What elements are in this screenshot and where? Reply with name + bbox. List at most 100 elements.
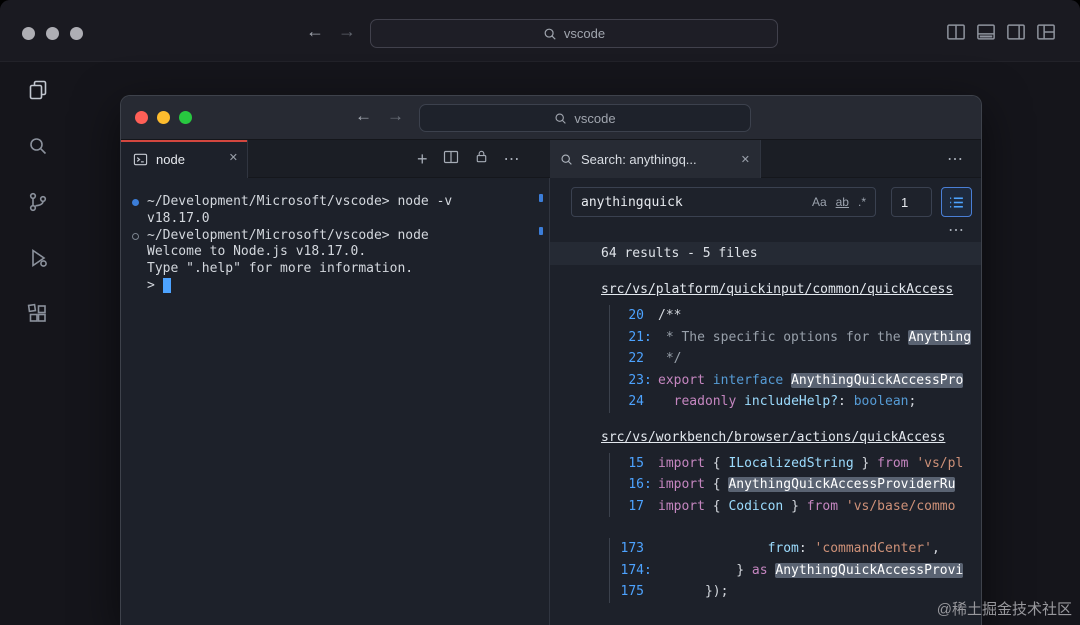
sidebar-item-search[interactable] xyxy=(0,118,75,174)
close-tab-icon[interactable]: ✕ xyxy=(741,153,750,166)
forward-button[interactable]: → xyxy=(338,21,356,42)
activity-bar xyxy=(0,62,75,625)
search-results: src/vs/platform/quickinput/common/quickA… xyxy=(550,265,981,625)
result-line[interactable]: 175 }); xyxy=(610,581,981,603)
files-to-include-input[interactable]: 1 xyxy=(891,187,932,217)
command-center-label: vscode xyxy=(574,111,615,126)
result-line[interactable]: 15import { ILocalizedString } from 'vs/p… xyxy=(610,453,981,475)
code-text: readonly includeHelp?: boolean; xyxy=(658,391,981,413)
line-number: 20 xyxy=(610,305,644,327)
source-control-icon xyxy=(26,190,50,214)
tab-label: node xyxy=(156,152,185,167)
terminal-panel[interactable]: ~/Development/Microsoft/vscode> node -v v… xyxy=(121,178,550,625)
terminal-text: v18.17.0 xyxy=(147,211,210,226)
window-controls xyxy=(135,111,192,124)
toggle-secondary-sidebar-icon[interactable] xyxy=(1006,22,1026,42)
line-number: 173 xyxy=(610,538,644,560)
terminal-line: v18.17.0 xyxy=(121,211,549,228)
toggle-panel-icon[interactable] xyxy=(976,22,996,42)
run-debug-icon xyxy=(26,246,50,270)
minimize-window-button[interactable] xyxy=(46,27,59,40)
terminal-text: > xyxy=(147,278,163,293)
sidebar-item-explorer[interactable] xyxy=(0,62,75,118)
terminal-text: Type ".help" for more information. xyxy=(147,261,413,276)
command-center-search[interactable]: vscode xyxy=(370,19,778,48)
extensions-icon xyxy=(26,302,50,326)
sidebar-item-run-debug[interactable] xyxy=(0,230,75,286)
tab-search-editor[interactable]: Search: anythingq... ✕ xyxy=(550,140,761,178)
line-number-separator xyxy=(644,348,658,370)
terminal-text: ~/Development/Microsoft/vscode> node -v xyxy=(147,194,452,209)
forward-button[interactable]: → xyxy=(387,106,404,126)
sidebar-item-extensions[interactable] xyxy=(0,286,75,342)
search-icon xyxy=(26,134,50,158)
back-button[interactable]: ← xyxy=(306,21,324,42)
line-number: 22 xyxy=(610,348,644,370)
result-file-path[interactable]: src/vs/platform/quickinput/common/quickA… xyxy=(601,282,981,297)
code-text: }); xyxy=(658,581,981,603)
result-line[interactable]: 22 */ xyxy=(610,348,981,370)
line-number: 24 xyxy=(610,391,644,413)
vscode-floating-window: ← → vscode node ✕ + ⋯ Search: an xyxy=(120,95,982,625)
search-editor: anythingquick Aa ab .* 1 ⋯ 64 results - … xyxy=(550,178,981,625)
tab-terminal-node[interactable]: node ✕ xyxy=(121,140,248,178)
search-icon xyxy=(554,112,567,125)
line-number: 17 xyxy=(610,496,644,518)
code-text: export interface AnythingQuickAccessPro xyxy=(658,370,981,392)
close-window-button[interactable] xyxy=(135,111,148,124)
customize-layout-icon[interactable] xyxy=(1036,22,1056,42)
results-summary: 64 results - 5 files xyxy=(550,242,981,265)
zoom-window-button[interactable] xyxy=(70,27,83,40)
new-terminal-icon[interactable]: + xyxy=(417,150,428,168)
code-text: } as AnythingQuickAccessProvi xyxy=(658,560,981,582)
whole-word-icon[interactable]: ab xyxy=(836,195,849,209)
line-number-separator: : xyxy=(644,474,658,496)
command-decoration-icon xyxy=(132,199,139,206)
line-number-separator xyxy=(644,305,658,327)
terminal-cursor xyxy=(163,278,171,293)
result-line[interactable]: 17import { Codicon } from 'vs/base/commo xyxy=(610,496,981,518)
close-window-button[interactable] xyxy=(22,27,35,40)
editor-area: ~/Development/Microsoft/vscode> node -v v… xyxy=(121,178,981,625)
regex-icon[interactable]: .* xyxy=(858,195,866,209)
result-line[interactable]: 174: } as AnythingQuickAccessProvi xyxy=(610,560,981,582)
sidebar-item-source-control[interactable] xyxy=(0,174,75,230)
result-file-group: src/vs/workbench/browser/actions/quickAc… xyxy=(550,430,981,603)
terminal-icon xyxy=(133,152,148,167)
result-line[interactable]: 21: * The specific options for the Anyth… xyxy=(610,327,981,349)
search-icon xyxy=(560,153,573,166)
terminal-text: Welcome to Node.js v18.17.0. xyxy=(147,244,366,259)
more-actions-icon[interactable]: ⋯ xyxy=(504,149,521,169)
command-center-label: vscode xyxy=(564,26,605,41)
result-file-path[interactable]: src/vs/workbench/browser/actions/quickAc… xyxy=(601,430,981,445)
tab-bar: node ✕ + ⋯ Search: anythingq... ✕ ⋯ xyxy=(121,140,981,178)
code-text: * The specific options for the Anything xyxy=(658,327,981,349)
result-line[interactable]: 173 from: 'commandCenter', xyxy=(610,538,981,560)
desktop-window: ← → vscode xyxy=(0,0,1080,625)
result-line[interactable]: 20/** xyxy=(610,305,981,327)
line-number: 175 xyxy=(610,581,644,603)
toggle-search-details-icon[interactable]: ⋯ xyxy=(948,220,965,240)
result-line[interactable]: 24 readonly includeHelp?: boolean; xyxy=(610,391,981,413)
close-tab-icon[interactable]: ✕ xyxy=(229,151,238,164)
code-text: from: 'commandCenter', xyxy=(658,538,981,560)
terminal-output: ~/Development/Microsoft/vscode> node -v v… xyxy=(121,194,549,295)
open-results-in-editor-button[interactable] xyxy=(941,187,972,217)
zoom-window-button[interactable] xyxy=(179,111,192,124)
minimize-window-button[interactable] xyxy=(157,111,170,124)
watermark: @稀土掘金技术社区 xyxy=(937,598,1072,619)
terminal-text: ~/Development/Microsoft/vscode> node xyxy=(147,228,429,243)
split-editor-icon[interactable] xyxy=(946,22,966,42)
lock-icon[interactable] xyxy=(474,149,489,169)
command-center-search[interactable]: vscode xyxy=(419,104,751,132)
search-query-input[interactable]: anythingquick Aa ab .* xyxy=(571,187,876,217)
line-number: 21 xyxy=(610,327,644,349)
result-line[interactable]: 23:export interface AnythingQuickAccessP… xyxy=(610,370,981,392)
back-button[interactable]: ← xyxy=(355,106,372,126)
result-line[interactable]: 16:import { AnythingQuickAccessProviderR… xyxy=(610,474,981,496)
code-text: import { AnythingQuickAccessProviderRu xyxy=(658,474,981,496)
editor-more-actions-icon[interactable]: ⋯ xyxy=(947,149,964,169)
match-case-icon[interactable]: Aa xyxy=(812,195,827,209)
line-number-separator: : xyxy=(644,560,658,582)
split-terminal-icon[interactable] xyxy=(443,149,459,170)
